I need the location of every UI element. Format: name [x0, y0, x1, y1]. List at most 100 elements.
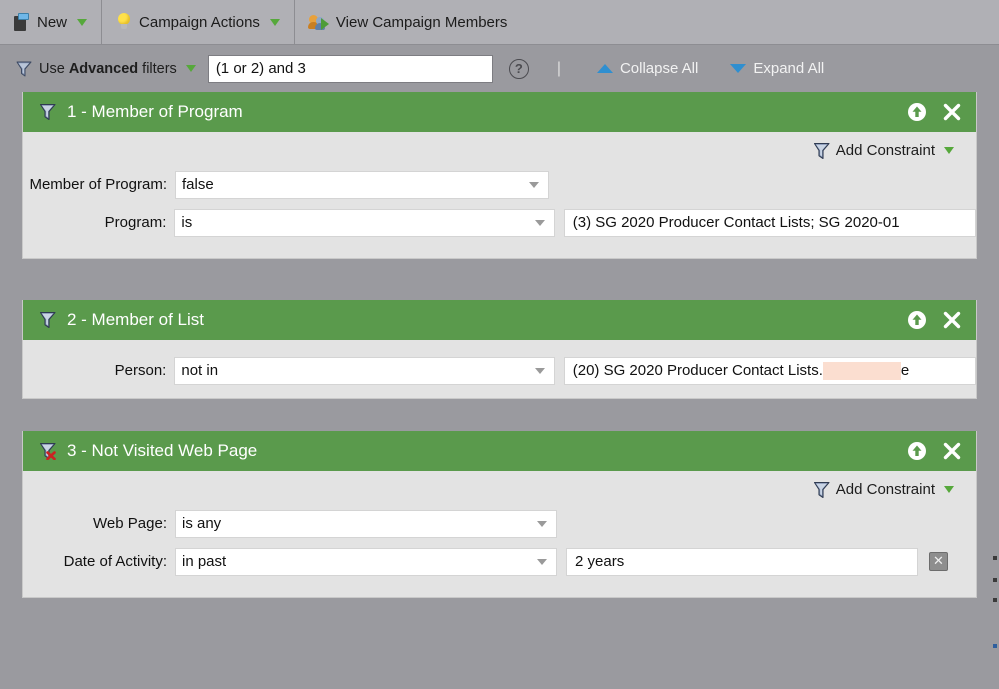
panel-body-spacer [23, 340, 976, 354]
value-text-prefix: (20) SG 2020 Producer Contact Lists. [573, 362, 823, 379]
criteria-operator-value: not in [181, 362, 218, 379]
criteria-row: Web Page: is any [23, 507, 976, 540]
filter-panel-title-3: 3 - Not Visited Web Page [67, 441, 257, 461]
toolbar-item-view-campaign-members[interactable]: View Campaign Members [295, 0, 521, 45]
toolbar-item-campaign-actions-label: Campaign Actions [139, 14, 260, 31]
filter-panel-2: 2 - Member of List Person:not in(20) SG … [22, 300, 977, 399]
filter-panel-header-2[interactable]: 2 - Member of List [23, 300, 976, 340]
circle-up-arrow-icon[interactable] [907, 102, 927, 122]
panel-body-bottom-spacer [23, 583, 976, 597]
help-circle-icon[interactable]: ? [509, 59, 529, 79]
collapse-all-label: Collapse All [620, 60, 698, 77]
filter-panel-header-3[interactable]: 3 - Not Visited Web Page [23, 431, 976, 471]
filter-panel-actions-2 [907, 300, 962, 340]
help-glyph: ? [515, 62, 523, 75]
chevron-down-icon [535, 368, 545, 374]
add-constraint-label-1: Add Constraint [836, 142, 935, 159]
criteria-row: Person:not in(20) SG 2020 Producer Conta… [23, 354, 976, 387]
chevron-down-icon[interactable] [77, 19, 87, 26]
criteria-label: Member of Program: [23, 176, 175, 193]
criteria-label: Program: [23, 214, 174, 231]
criteria-value-field[interactable]: (3) SG 2020 Producer Contact Lists; SG 2… [564, 209, 976, 237]
chevron-down-icon[interactable] [944, 147, 954, 154]
filter-panel-actions-1 [907, 92, 962, 132]
right-edge-markers [991, 0, 999, 689]
criteria-row: Date of Activity: in past 2 years ✕ [23, 545, 976, 578]
collapse-all-button[interactable]: Collapse All [597, 60, 698, 77]
expand-all-button[interactable]: Expand All [730, 60, 824, 77]
criteria-row: Program: is (3) SG 2020 Producer Contact L… [23, 206, 976, 239]
clear-value-button[interactable]: ✕ [929, 552, 948, 571]
close-icon[interactable] [942, 441, 962, 461]
criteria-operator-value: false [182, 176, 214, 193]
campaign-members-icon [309, 13, 329, 31]
filter-panel-body-2: Person:not in(20) SG 2020 Producer Conta… [23, 340, 976, 398]
chevron-down-icon[interactable] [944, 486, 954, 493]
chevron-down-icon [535, 220, 545, 226]
toolbar-item-campaign-actions[interactable]: Campaign Actions [102, 0, 294, 45]
toolbar-item-new[interactable]: New [0, 0, 101, 45]
use-advanced-filters-label: Use Advanced filters [39, 61, 177, 77]
value-text: (3) SG 2020 Producer Contact Lists; SG 2… [573, 214, 900, 231]
filter-panel-body-3: Add Constraint Web Page: is any Date of Act… [23, 471, 976, 597]
chevron-down-icon [529, 182, 539, 188]
criteria-operator-select[interactable]: false [175, 171, 549, 199]
filter-expression-value: (1 or 2) and 3 [216, 60, 306, 77]
criteria-operator-select[interactable]: is any [175, 510, 557, 538]
circle-up-arrow-icon[interactable] [907, 441, 927, 461]
criteria-operator-select[interactable]: not in [174, 357, 554, 385]
filter-panel-1: 1 - Member of Program Add Constraint Memb… [22, 92, 977, 259]
value-text-suffix: e [901, 362, 909, 379]
filter-panel-title-1: 1 - Member of Program [67, 102, 243, 122]
filter-panel-title-2: 2 - Member of List [67, 310, 204, 330]
criteria-row: Member of Program: false [23, 168, 976, 201]
funnel-icon [16, 61, 33, 77]
add-constraint-label-3: Add Constraint [836, 481, 935, 498]
filter-panels-container: 1 - Member of Program Add Constraint Memb… [0, 92, 999, 689]
funnel-negated-icon [39, 442, 58, 460]
filter-panel-header-1[interactable]: 1 - Member of Program [23, 92, 976, 132]
add-constraint-row-1: Add Constraint [23, 132, 976, 168]
toolbar-item-view-campaign-members-label: View Campaign Members [336, 14, 507, 31]
add-constraint-button-1[interactable]: Add Constraint [813, 142, 954, 159]
redacted-text [823, 362, 901, 380]
chevron-down-icon[interactable] [186, 65, 196, 72]
criteria-operator-value: is [181, 214, 192, 231]
top-toolbar: New Campaign Actions View Campaign Membe… [0, 0, 999, 45]
chevron-down-icon [537, 521, 547, 527]
toolbar-item-new-label: New [37, 14, 67, 31]
advanced-filter-bar: Use Advanced filters (1 or 2) and 3 ? | … [0, 45, 999, 92]
use-label-post: filters [138, 61, 177, 77]
funnel-icon [39, 103, 58, 121]
circle-up-arrow-icon[interactable] [907, 310, 927, 330]
criteria-operator-select[interactable]: is [174, 209, 554, 237]
triangle-down-icon [730, 64, 746, 73]
panel-body-bottom-spacer [23, 244, 976, 258]
chevron-down-icon[interactable] [270, 19, 280, 26]
criteria-label: Web Page: [23, 515, 175, 532]
chevron-down-icon [537, 559, 547, 565]
use-label-pre: Use [39, 61, 69, 77]
use-advanced-filters-toggle[interactable]: Use Advanced filters [16, 61, 196, 77]
filter-expression-input[interactable]: (1 or 2) and 3 [208, 55, 493, 83]
close-icon[interactable] [942, 102, 962, 122]
new-record-icon [14, 13, 30, 31]
close-icon[interactable] [942, 310, 962, 330]
criteria-operator-value: in past [182, 553, 226, 570]
use-label-bold: Advanced [69, 61, 138, 77]
filter-bar-separator: | [557, 60, 561, 78]
filter-panel-body-1: Add Constraint Member of Program: false Pro… [23, 132, 976, 258]
criteria-operator-select[interactable]: in past [175, 548, 557, 576]
funnel-icon [813, 481, 830, 497]
criteria-operator-value: is any [182, 515, 221, 532]
filter-panel-actions-3 [907, 431, 962, 471]
filter-panel-3: 3 - Not Visited Web Page Add Constraint W… [22, 431, 977, 598]
criteria-label: Date of Activity: [23, 553, 175, 570]
panel-body-bottom-spacer [23, 392, 976, 398]
lightbulb-icon [116, 12, 132, 32]
criteria-value-field[interactable]: (20) SG 2020 Producer Contact Lists. e [564, 357, 976, 385]
criteria-value-field[interactable]: 2 years [566, 548, 918, 576]
add-constraint-row-3: Add Constraint [23, 471, 976, 507]
add-constraint-button-3[interactable]: Add Constraint [813, 481, 954, 498]
value-text: 2 years [575, 553, 624, 570]
